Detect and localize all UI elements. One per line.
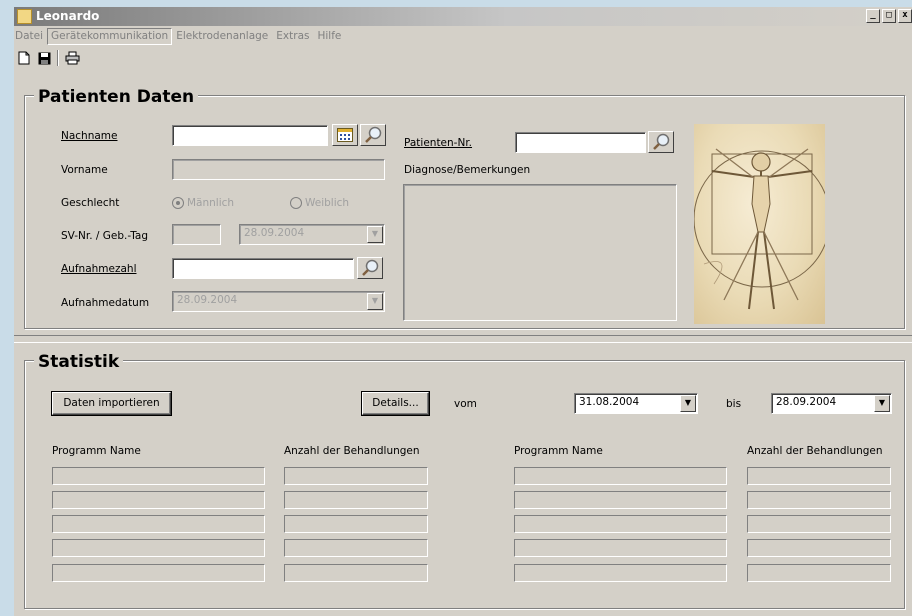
count-field-right-2 [747, 491, 891, 509]
window-title: Leonardo [36, 9, 100, 23]
save-icon[interactable] [36, 50, 52, 66]
count-field-left-1 [284, 467, 428, 485]
panel-splitter[interactable] [14, 335, 912, 343]
patient-group-title: Patienten Daten [34, 87, 199, 107]
search-aufnahmezahl-button[interactable] [357, 257, 383, 279]
column-header-count-right: Anzahl der Behandlungen [747, 445, 883, 457]
menu-geraetekommunikation[interactable]: Gerätekommunikation [47, 28, 173, 45]
vorname-input[interactable] [172, 159, 385, 180]
chevron-down-icon: ▼ [874, 395, 890, 412]
column-header-count-left: Anzahl der Behandlungen [284, 445, 420, 457]
program-field-right-3 [514, 515, 727, 533]
program-field-left-4 [52, 539, 265, 557]
count-field-right-3 [747, 515, 891, 533]
calendar-icon [337, 128, 353, 142]
weiblich-label: Weiblich [305, 197, 350, 209]
sv-label: SV-Nr. / Geb.-Tag [61, 230, 148, 242]
aufnahmezahl-label-text: Aufnahmezahl [61, 263, 137, 275]
nachname-label-text: Nachname [61, 130, 118, 142]
search-icon [362, 259, 379, 276]
details-button[interactable]: Details... [362, 392, 429, 415]
search-patienten-nr-button[interactable] [648, 131, 674, 153]
search-nachname-button[interactable] [360, 124, 386, 146]
main-window: Leonardo _ □ x Datei Gerätekommunikation… [14, 7, 912, 616]
program-field-left-2 [52, 491, 265, 509]
menu-datei[interactable]: Datei [14, 28, 47, 45]
menu-bar: Datei Gerätekommunikation Elektrodenanla… [14, 28, 912, 45]
program-field-left-3 [52, 515, 265, 533]
bis-date-select[interactable]: 28.09.2004 ▼ [771, 393, 892, 414]
patienten-nr-label: Patienten-Nr. [404, 137, 472, 149]
count-field-left-3 [284, 515, 428, 533]
chevron-down-icon: ▼ [367, 293, 383, 310]
vom-label: vom [454, 398, 477, 410]
chevron-down-icon: ▼ [367, 226, 383, 243]
program-field-right-1 [514, 467, 727, 485]
toolbar [14, 47, 80, 69]
geschlecht-label: Geschlecht [61, 197, 120, 209]
close-button[interactable]: x [898, 9, 912, 23]
menu-hilfe[interactable]: Hilfe [313, 28, 345, 45]
program-field-right-5 [514, 564, 727, 582]
count-field-right-1 [747, 467, 891, 485]
search-icon [365, 126, 382, 143]
patienten-nr-input[interactable] [515, 132, 646, 153]
vom-date-select[interactable]: 31.08.2004 ▼ [574, 393, 698, 414]
sv-input[interactable] [172, 224, 221, 245]
geb-tag-value: 28.09.2004 [244, 227, 305, 239]
diagnose-label: Diagnose/Bemerkungen [404, 164, 531, 176]
count-field-right-4 [747, 539, 891, 557]
menu-elektrodenanlage[interactable]: Elektrodenanlage [172, 28, 272, 45]
program-field-right-4 [514, 539, 727, 557]
nachname-input[interactable] [172, 125, 328, 146]
count-field-left-4 [284, 539, 428, 557]
app-icon [17, 9, 32, 24]
aufnahmezahl-input[interactable] [172, 258, 354, 279]
vom-date-value: 31.08.2004 [579, 396, 640, 408]
diagnose-textarea[interactable] [403, 184, 677, 321]
radio-weiblich[interactable] [290, 197, 302, 209]
count-field-left-5 [284, 564, 428, 582]
new-icon[interactable] [16, 50, 32, 66]
aufnahmedatum-select[interactable]: 28.09.2004 ▼ [172, 291, 385, 312]
search-icon [653, 133, 670, 150]
minimize-button[interactable]: _ [866, 9, 880, 23]
maennlich-label: Männlich [187, 197, 235, 209]
patienten-nr-label-text: Patienten-Nr. [404, 137, 473, 149]
bis-label: bis [726, 398, 742, 410]
calendar-button[interactable] [332, 124, 358, 146]
nachname-label: Nachname [61, 130, 118, 142]
vorname-label: Vorname [61, 164, 108, 176]
print-icon[interactable] [64, 50, 80, 66]
radio-maennlich[interactable] [172, 197, 184, 209]
column-header-program-right: Programm Name [514, 445, 603, 457]
chevron-down-icon: ▼ [680, 395, 696, 412]
count-field-right-5 [747, 564, 891, 582]
aufnahmezahl-label: Aufnahmezahl [61, 263, 136, 275]
menu-extras[interactable]: Extras [272, 28, 313, 45]
count-field-left-2 [284, 491, 428, 509]
toolbar-separator [57, 50, 59, 66]
import-data-button[interactable]: Daten importieren [52, 392, 171, 415]
maximize-button[interactable]: □ [882, 9, 896, 23]
program-field-left-1 [52, 467, 265, 485]
statistik-group-title: Statistik [34, 352, 124, 372]
aufnahmedatum-label: Aufnahmedatum [61, 297, 150, 309]
column-header-program-left: Programm Name [52, 445, 141, 457]
aufnahmedatum-value: 28.09.2004 [177, 294, 238, 306]
bis-date-value: 28.09.2004 [776, 396, 837, 408]
geb-tag-select[interactable]: 28.09.2004 ▼ [239, 224, 385, 245]
vitruvian-man-image [694, 124, 825, 324]
program-field-left-5 [52, 564, 265, 582]
program-field-right-2 [514, 491, 727, 509]
title-bar: Leonardo _ □ x [14, 7, 912, 26]
